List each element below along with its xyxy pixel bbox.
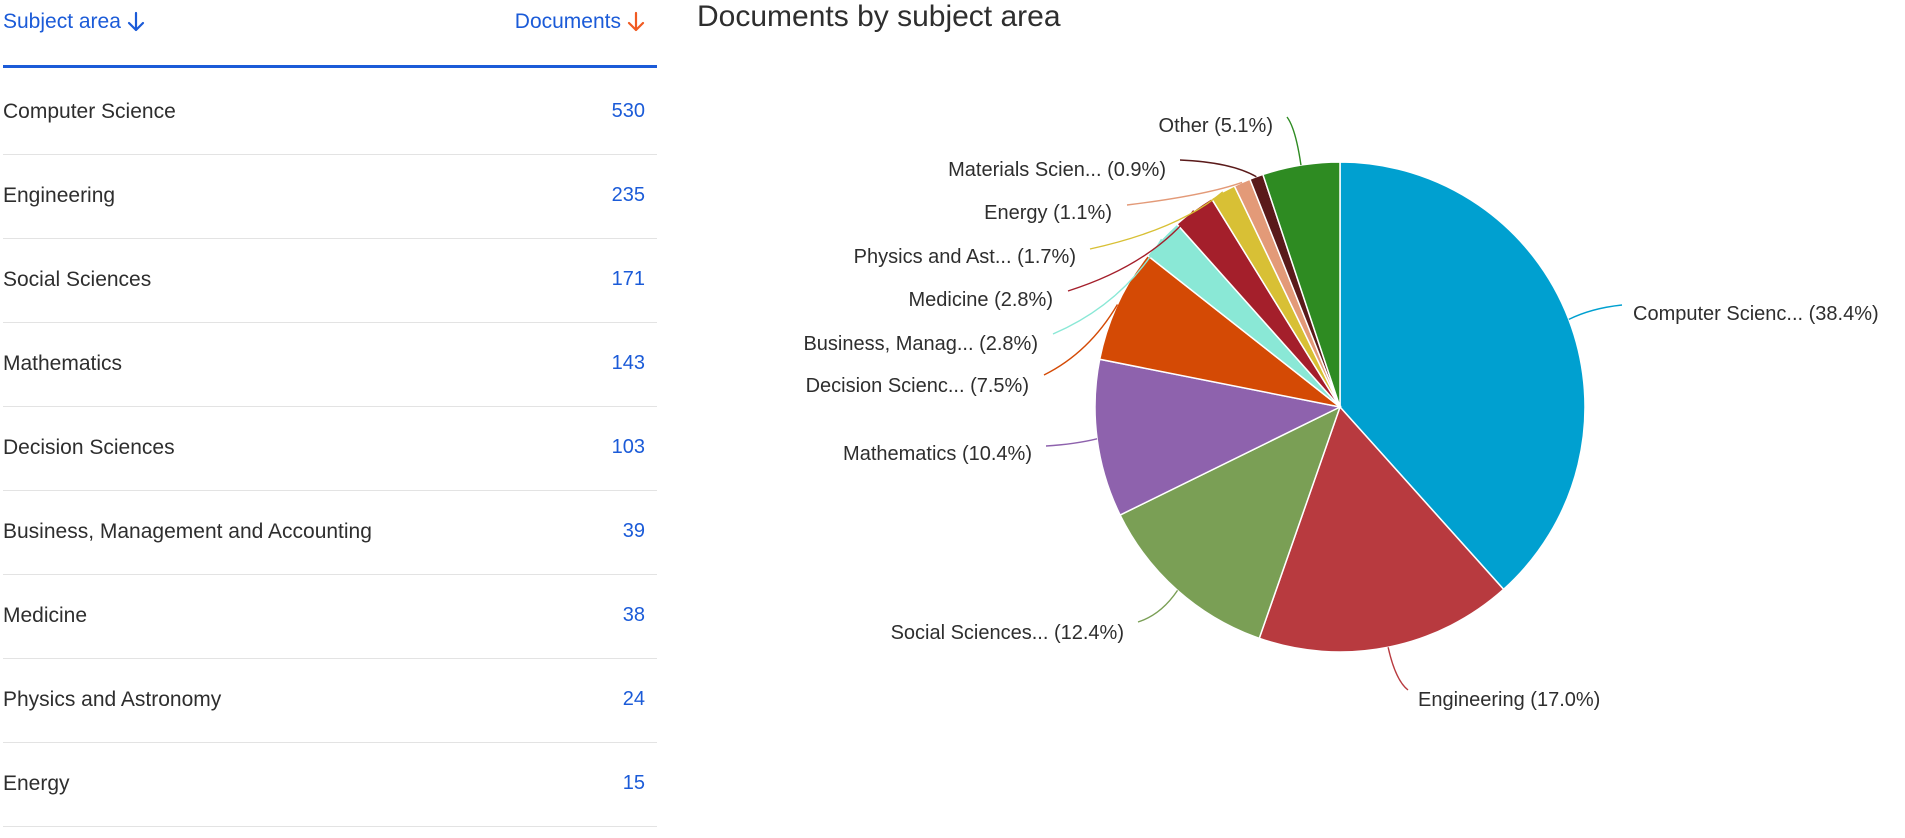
pie-slice-label: Business, Manag... (2.8%): [803, 333, 1038, 355]
pie-slice-label: Mathematics (10.4%): [843, 443, 1032, 465]
pie-connector-line: [1045, 438, 1098, 447]
pie-slice-label: Decision Scienc... (7.5%): [806, 375, 1029, 397]
pie-connector-line: [1568, 304, 1623, 321]
pie-slice-label: Computer Scienc... (38.4%): [1633, 303, 1879, 325]
pie-slice-label: Medicine (2.8%): [908, 289, 1053, 311]
pie-connector-line: [1137, 589, 1179, 623]
pie-chart: Computer Scienc... (38.4%) Engineering (1…: [803, 115, 1879, 711]
pie-slice-label: Physics and Ast... (1.7%): [854, 246, 1076, 268]
pie-slice-label: Social Sciences... (12.4%): [891, 622, 1124, 644]
pie-slice-label: Materials Scien... (0.9%): [948, 159, 1166, 181]
pie-slice-label: Engineering (17.0%): [1418, 689, 1600, 711]
pie-connector-line: [1387, 647, 1409, 691]
pie-slice-label: Energy (1.1%): [984, 202, 1112, 224]
pie-connector-line: [1179, 159, 1257, 178]
pie-slice-label: Other (5.1%): [1159, 115, 1273, 137]
pie-connector-line: [1286, 116, 1302, 166]
